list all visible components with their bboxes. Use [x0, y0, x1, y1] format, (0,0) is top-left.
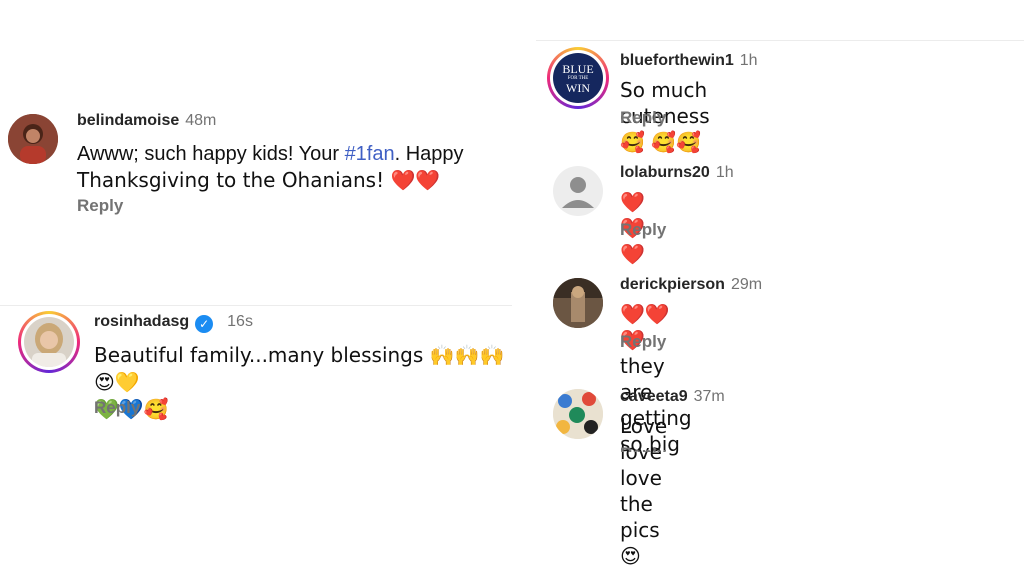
avatar-logo: BLUE FOR THE WIN	[553, 53, 603, 103]
verified-badge-icon: ✓	[195, 315, 214, 333]
timestamp: 16s	[227, 313, 253, 330]
timestamp: 1h	[715, 164, 734, 181]
reply-button[interactable]: Reply	[620, 220, 666, 240]
divider	[0, 305, 512, 306]
avatar-photo	[553, 278, 603, 328]
reply-button[interactable]: Reply	[94, 398, 140, 418]
reply-button[interactable]: Reply	[620, 444, 666, 452]
default-avatar-icon	[562, 177, 594, 208]
timestamp: 48m	[185, 112, 217, 129]
comment-text: Love love love the pics😍	[620, 414, 668, 568]
hashtag-link[interactable]: #1fan	[345, 143, 395, 165]
avatar[interactable]	[553, 389, 603, 439]
username[interactable]: blueforthewin1	[620, 52, 734, 69]
avatar-photo	[24, 317, 74, 367]
username[interactable]: lolaburns20	[620, 164, 710, 181]
username[interactable]: derickpierson	[620, 276, 725, 293]
timestamp: 37m	[693, 388, 725, 405]
timestamp: 1h	[739, 52, 758, 69]
timestamp: 29m	[730, 276, 763, 293]
avatar[interactable]	[18, 311, 80, 373]
comment-text: Awww; such happy kids! Your #1fan. Happy…	[77, 143, 464, 192]
avatar-illustration	[553, 389, 603, 439]
avatar[interactable]	[553, 278, 603, 328]
reply-button[interactable]: Reply	[77, 196, 123, 216]
avatar[interactable]: BLUE FOR THE WIN	[547, 47, 609, 109]
reply-button[interactable]: Reply	[620, 332, 666, 352]
avatar[interactable]	[553, 166, 603, 216]
username[interactable]: belindamoise	[77, 112, 179, 129]
avatar[interactable]	[8, 114, 58, 164]
reply-button[interactable]: Reply	[620, 108, 666, 128]
comment-text: Beautiful family...many blessings 🙌🙌🙌😍💛 …	[94, 343, 505, 421]
avatar-photo	[8, 114, 58, 164]
divider	[536, 40, 1024, 41]
username[interactable]: rosinhadasg	[94, 313, 189, 330]
username[interactable]: caveeta9	[620, 388, 688, 405]
